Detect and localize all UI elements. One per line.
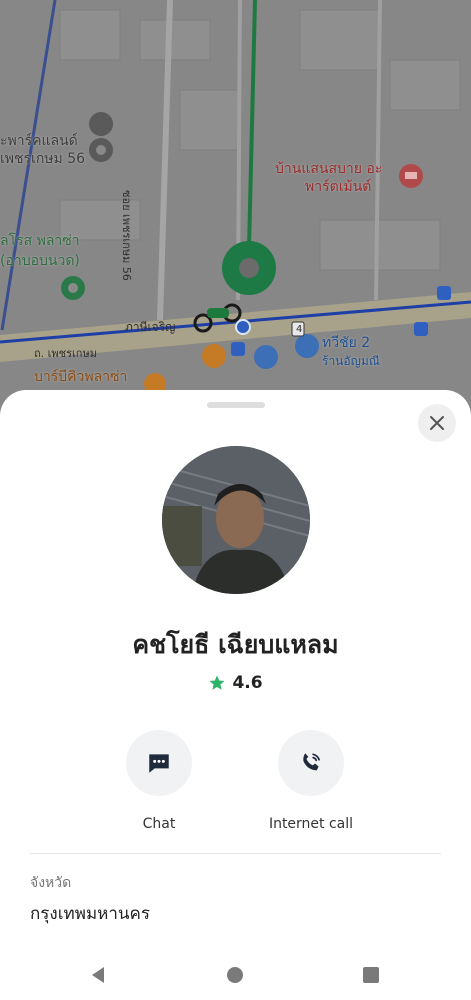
system-nav-bar [0,950,471,1000]
province-value: กรุงเทพมหานคร [30,904,151,924]
driver-bottom-sheet: คชโยธี เฉียบแหลม 4.6 Chat Internet call [0,390,471,1000]
close-icon [430,416,444,430]
drag-handle[interactable] [207,402,265,408]
internet-call-action[interactable]: Internet call [236,730,386,832]
nav-home-button[interactable] [222,962,248,988]
driver-name: คชโยธี เฉียบแหลม [132,630,339,659]
map-label-road-number: 4 [296,324,303,335]
back-icon [92,967,104,983]
map-label-rose-1: ลโรส พลาซ่า [0,233,80,249]
map-label-soi: ซอย เพชรเกษม 56 [120,190,133,281]
chat-label: Chat [142,816,176,832]
chat-action[interactable]: Chat [84,730,234,832]
nav-recents-button[interactable] [358,962,384,988]
driver-rating: 4.6 [0,673,471,693]
driver-photo [162,446,310,594]
map-label-park-land-2: เพชรเกษม 56 [0,151,86,167]
chat-button[interactable] [126,730,192,796]
internet-call-label: Internet call [268,816,354,832]
home-icon [227,967,243,983]
phone-call-icon [303,753,320,771]
map-label-rose-2: (อาบอบนวด) [0,253,80,269]
map-label-phetkasem: ถ. เพชรเกษม [34,347,97,360]
rating-value: 4.6 [232,673,263,693]
nav-back-button[interactable] [86,962,112,988]
province-label: จังหวัด [30,875,72,891]
map-label-pasi-charoen: ภาษีเจริญ [125,320,176,334]
map-label-bar: บาร์บีคิวพลาซ่า [34,369,128,385]
map-label-baan-1: บ้านแสนสบาย อะ [275,161,383,177]
internet-call-button[interactable] [278,730,344,796]
map-view[interactable]: ะพาร์คแลนด์ เพชรเกษม 56 ซอย เพชรเกษม 56 … [0,0,471,420]
recents-icon [363,967,379,983]
divider [30,853,441,854]
map-label-park-land-1: ะพาร์คแลนด์ [0,133,78,149]
driver-avatar [162,446,310,594]
close-button[interactable] [418,404,456,442]
map-label-baan-2: พาร์ตเม้นต์ [305,179,372,195]
map-label-tawee-1: ทวีชัย 2 [322,335,371,351]
map-label-tawee-2: ร้านอัญมณี [322,354,380,368]
star-icon [209,675,225,690]
chat-icon [149,754,169,773]
